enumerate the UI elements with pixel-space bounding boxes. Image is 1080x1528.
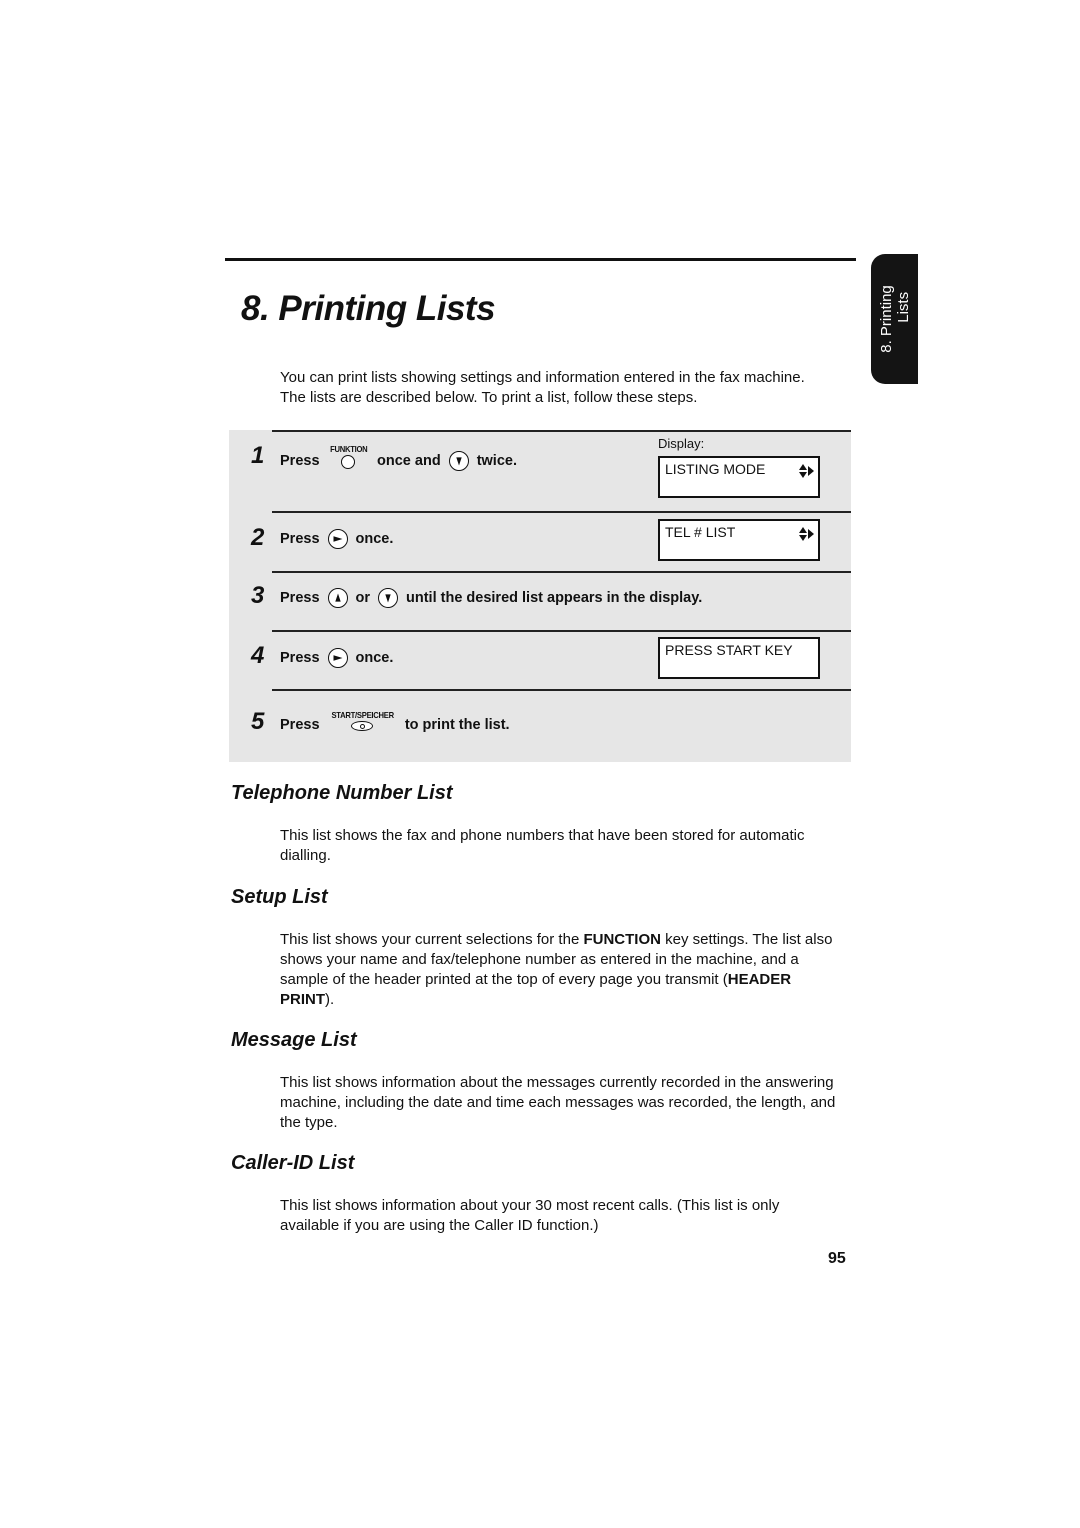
section-heading-caller-id-list: Caller-ID List — [231, 1152, 355, 1174]
section-heading-message-list: Message List — [231, 1029, 357, 1051]
step-divider — [272, 630, 851, 632]
step-5-instruction: Press START/SPEICHER to print the list. — [280, 710, 510, 733]
section-text-message-list: This list shows information about the me… — [280, 1074, 836, 1131]
right-arrow-key-icon — [327, 648, 348, 668]
up-down-right-arrows-icon — [799, 527, 814, 541]
chapter-side-tab: 8. Printing Lists — [871, 254, 918, 384]
section-text-setup-list: This list shows your current selections … — [280, 931, 833, 1008]
step-number: 5 — [251, 708, 265, 735]
section-text-telephone-number-list: This list shows the fax and phone number… — [280, 827, 805, 864]
step-2-instruction: Press once. — [280, 529, 394, 549]
page-number: 95 — [828, 1250, 846, 1267]
start-key-icon: START/SPEICHER — [328, 710, 397, 731]
function-key-icon: FUNKTION — [328, 444, 370, 469]
page-title: 8. Printing Lists — [241, 289, 496, 328]
step-4-instruction: Press once. — [280, 648, 394, 668]
side-tab-label: 8. Printing Lists — [877, 285, 912, 353]
intro-paragraph: You can print lists showing settings and… — [280, 369, 805, 406]
step-number: 2 — [251, 524, 265, 551]
step-number: 1 — [251, 442, 265, 469]
step-3-instruction: Press or until the desired list appears … — [280, 588, 703, 608]
steps-panel: Display: 1 Press FUNKTION once and twice… — [229, 430, 851, 762]
right-arrow-key-icon — [327, 529, 348, 549]
down-arrow-key-icon — [378, 588, 399, 608]
section-text-caller-id-list: This list shows information about your 3… — [280, 1197, 780, 1234]
up-arrow-key-icon — [327, 588, 348, 608]
step-number: 4 — [251, 642, 265, 669]
step-divider — [272, 571, 851, 573]
lcd-screen: LISTING MODE — [658, 456, 820, 498]
down-arrow-key-icon — [448, 450, 469, 471]
step-1-instruction: Press FUNKTION once and twice. — [280, 444, 517, 471]
lcd-screen: TEL # LIST — [658, 519, 820, 561]
lcd-screen: PRESS START KEY — [658, 637, 820, 679]
step-divider — [272, 511, 851, 513]
step-divider — [272, 689, 851, 691]
section-heading-telephone-number-list: Telephone Number List — [231, 782, 453, 804]
step-divider — [272, 430, 851, 432]
section-heading-setup-list: Setup List — [231, 886, 328, 908]
step-number: 3 — [251, 582, 265, 609]
up-down-right-arrows-icon — [799, 464, 814, 478]
chapter-top-rule — [225, 258, 856, 261]
display-label: Display: — [658, 436, 705, 451]
